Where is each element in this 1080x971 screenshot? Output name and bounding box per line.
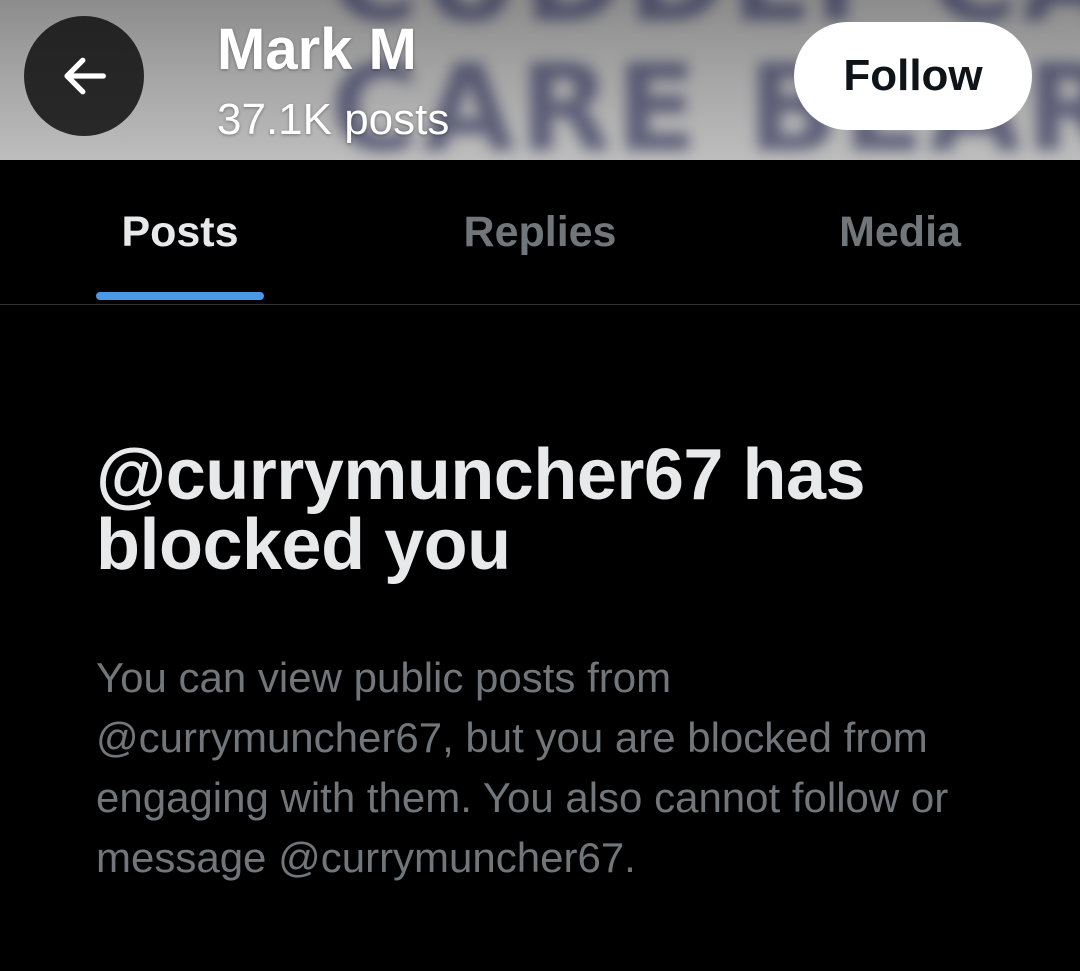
blocked-title: @currymuncher67 has blocked you [96, 435, 866, 585]
arrow-left-icon [64, 57, 106, 95]
back-button[interactable] [24, 16, 144, 136]
post-count: 37.1K posts [217, 95, 450, 144]
tab-posts[interactable]: Posts [0, 160, 360, 304]
profile-tabs: Posts Replies Media [0, 160, 1080, 305]
blocked-description: You can view public posts from @currymun… [96, 654, 949, 881]
follow-button[interactable]: Follow [794, 22, 1032, 130]
profile-header: CUDDLY CARE CARE BEAR Mark M 37.1K posts… [0, 0, 1080, 160]
tab-media[interactable]: Media [720, 160, 1080, 304]
tab-replies[interactable]: Replies [360, 160, 720, 304]
profile-name: Mark M [217, 17, 417, 82]
active-tab-indicator [96, 292, 264, 300]
